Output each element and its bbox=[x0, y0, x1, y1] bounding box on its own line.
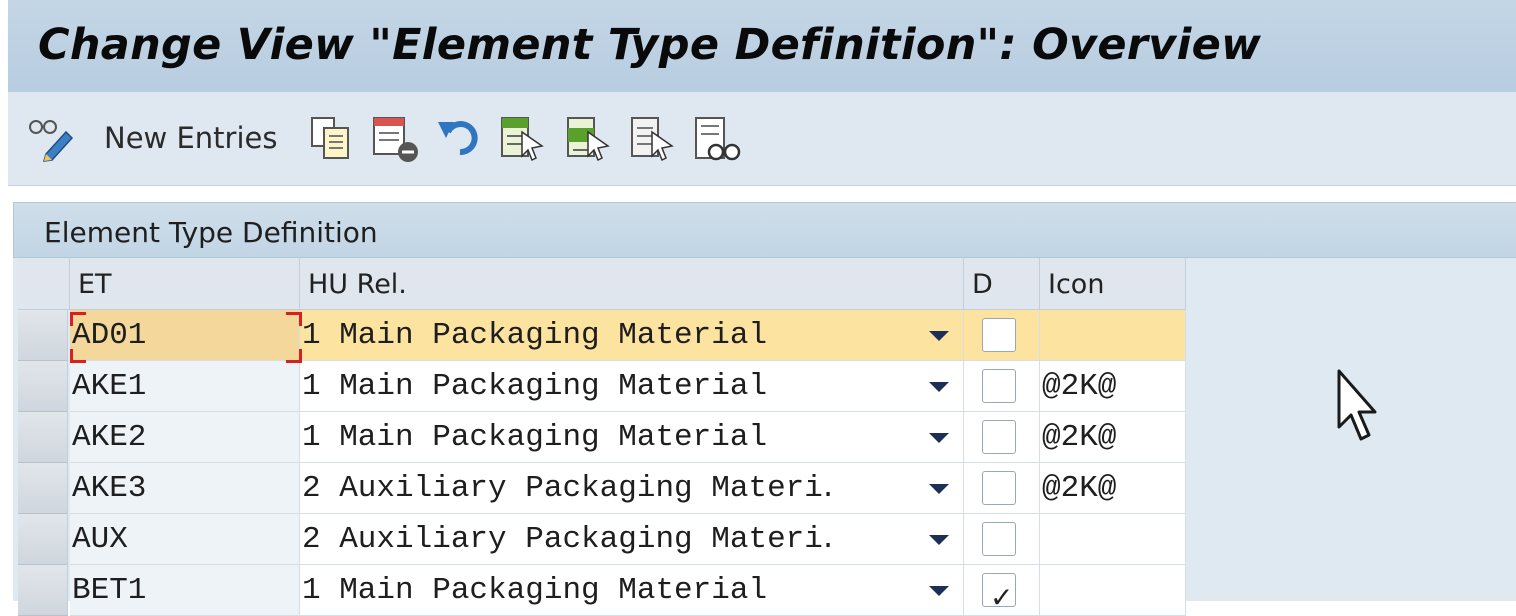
column-header-et[interactable]: ET bbox=[70, 258, 300, 310]
cell-icon[interactable]: @2K@ bbox=[1040, 463, 1186, 514]
d-checkbox[interactable] bbox=[982, 471, 1016, 505]
deselect-all-icon[interactable] bbox=[628, 114, 678, 164]
table-row[interactable]: AKE2 1 Main Packaging Material @2K@ bbox=[18, 412, 1186, 463]
checkmark-icon: ✓ bbox=[990, 581, 1014, 614]
d-checkbox[interactable]: ✓ bbox=[982, 573, 1016, 614]
title-bar: Change View "Element Type Definition": O… bbox=[8, 0, 1516, 92]
cell-hu-rel-dropdown[interactable]: 2 Auxiliary Packaging Materi․ bbox=[300, 463, 964, 514]
column-header-icon[interactable]: Icon bbox=[1040, 258, 1186, 310]
table-row[interactable]: AUX 2 Auxiliary Packaging Materi․ bbox=[18, 514, 1186, 565]
dropdown-arrow-icon[interactable] bbox=[929, 331, 949, 341]
hu-rel-value: 1 Main Packaging Material bbox=[302, 318, 768, 353]
d-checkbox[interactable] bbox=[982, 318, 1016, 352]
table-row[interactable]: AKE3 2 Auxiliary Packaging Materi․ @2K@ bbox=[18, 463, 1186, 514]
application-toolbar: New Entries bbox=[8, 92, 1516, 186]
cell-et[interactable]: AKE2 bbox=[70, 412, 300, 463]
cell-et[interactable]: AUX bbox=[70, 514, 300, 565]
cell-et[interactable]: AD01 bbox=[70, 310, 300, 361]
cell-hu-rel-dropdown[interactable]: 1 Main Packaging Material bbox=[300, 310, 964, 361]
cell-d bbox=[964, 463, 1040, 514]
row-selector[interactable] bbox=[18, 463, 68, 514]
cell-hu-rel-dropdown[interactable]: 2 Auxiliary Packaging Materi․ bbox=[300, 514, 964, 565]
row-selector[interactable] bbox=[18, 565, 68, 616]
cell-d bbox=[964, 412, 1040, 463]
undo-change-icon[interactable] bbox=[434, 112, 486, 160]
window-edge bbox=[0, 0, 8, 601]
cell-icon[interactable] bbox=[1040, 565, 1186, 616]
hu-rel-value: 1 Main Packaging Material bbox=[302, 573, 768, 608]
cell-d bbox=[964, 514, 1040, 565]
dropdown-arrow-icon[interactable] bbox=[929, 484, 949, 494]
toolbar-separator bbox=[8, 186, 1516, 202]
table-row[interactable]: AD01 1 Main Packaging Material bbox=[18, 310, 1186, 361]
select-block-icon[interactable] bbox=[564, 114, 614, 164]
hu-rel-value: 2 Auxiliary Packaging Materi․ bbox=[302, 471, 834, 506]
delete-icon[interactable] bbox=[370, 114, 422, 164]
dropdown-arrow-icon[interactable] bbox=[929, 382, 949, 392]
select-all-icon[interactable] bbox=[498, 114, 548, 164]
panel-title: Element Type Definition bbox=[44, 216, 378, 249]
cell-hu-rel-dropdown[interactable]: 1 Main Packaging Material bbox=[300, 412, 964, 463]
row-selector[interactable] bbox=[18, 412, 68, 463]
cell-icon[interactable]: @2K@ bbox=[1040, 361, 1186, 412]
cell-d bbox=[964, 361, 1040, 412]
d-checkbox[interactable] bbox=[982, 522, 1016, 556]
dropdown-arrow-icon[interactable] bbox=[929, 586, 949, 596]
d-checkbox[interactable] bbox=[982, 420, 1016, 454]
hu-rel-value: 1 Main Packaging Material bbox=[302, 369, 768, 404]
select-all-rows-header[interactable] bbox=[18, 258, 70, 310]
row-selector[interactable] bbox=[18, 361, 68, 412]
row-selector[interactable] bbox=[18, 514, 68, 565]
mouse-cursor-icon bbox=[1335, 367, 1385, 450]
table-row[interactable]: BET1 1 Main Packaging Material ✓ bbox=[18, 565, 1186, 616]
d-checkbox[interactable] bbox=[982, 369, 1016, 403]
cell-et[interactable]: AKE1 bbox=[70, 361, 300, 412]
row-selector[interactable] bbox=[18, 310, 68, 361]
cell-icon[interactable]: @2K@ bbox=[1040, 412, 1186, 463]
copy-as-icon[interactable] bbox=[308, 114, 356, 162]
dropdown-arrow-icon[interactable] bbox=[929, 535, 949, 545]
hu-rel-value: 1 Main Packaging Material bbox=[302, 420, 768, 455]
cell-et[interactable]: BET1 bbox=[70, 565, 300, 616]
cell-hu-rel-dropdown[interactable]: 1 Main Packaging Material bbox=[300, 361, 964, 412]
cell-hu-rel-dropdown[interactable]: 1 Main Packaging Material bbox=[300, 565, 964, 616]
table-row[interactable]: AKE1 1 Main Packaging Material @2K@ bbox=[18, 361, 1186, 412]
hu-rel-value: 2 Auxiliary Packaging Materi․ bbox=[302, 522, 834, 557]
cell-et[interactable]: AKE3 bbox=[70, 463, 300, 514]
new-entries-button[interactable]: New Entries bbox=[104, 121, 277, 155]
choose-display-icon[interactable] bbox=[692, 114, 746, 166]
cell-icon[interactable] bbox=[1040, 310, 1186, 361]
table-panel-header: Element Type Definition bbox=[13, 202, 1516, 258]
cell-icon[interactable] bbox=[1040, 514, 1186, 565]
column-header-hu-rel[interactable]: HU Rel. bbox=[300, 258, 964, 310]
page-title: Change View "Element Type Definition": O… bbox=[38, 20, 1262, 70]
column-header-d[interactable]: D bbox=[964, 258, 1040, 310]
cell-d: ✓ bbox=[964, 565, 1040, 616]
display-change-glasses-icon[interactable] bbox=[26, 114, 80, 162]
cell-d bbox=[964, 310, 1040, 361]
dropdown-arrow-icon[interactable] bbox=[929, 433, 949, 443]
